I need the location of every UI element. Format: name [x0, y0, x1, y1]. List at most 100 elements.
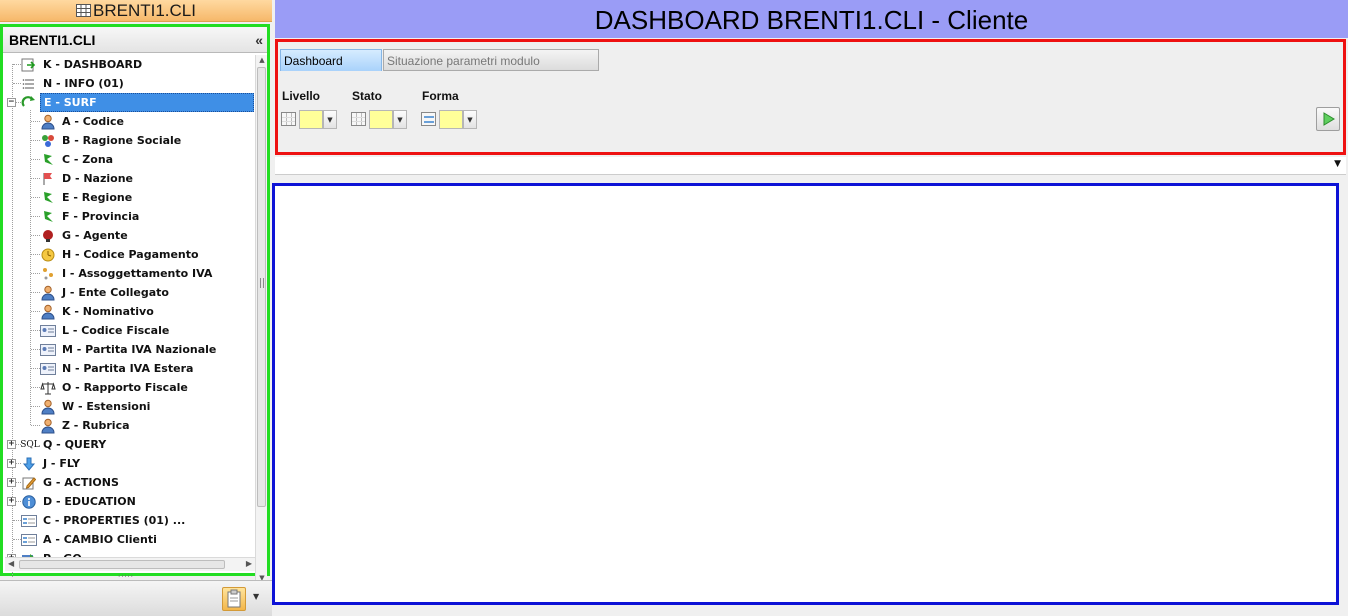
tree-item[interactable]: O - Rapporto Fiscale [5, 378, 257, 397]
tree-item[interactable]: A - CAMBIO Clienti [5, 530, 257, 549]
tree-item-label: D - EDUCATION [43, 495, 136, 508]
tree-item[interactable]: E - Regione [5, 188, 257, 207]
tree-item[interactable]: + D - EDUCATION [5, 492, 257, 511]
scroll-thumb[interactable] [257, 67, 266, 507]
clipboard-icon [227, 589, 241, 608]
person-icon [40, 304, 56, 320]
info-circle-icon [21, 494, 37, 510]
livello-field[interactable] [299, 110, 323, 129]
grid-table-icon [351, 112, 366, 126]
tree-item[interactable]: I - Assoggettamento IVA [5, 264, 257, 283]
tree-item[interactable]: J - Ente Collegato [5, 283, 257, 302]
expand-node-icon[interactable]: + [7, 478, 16, 487]
balance-scale-icon [40, 380, 56, 396]
tree-item[interactable]: N - INFO (01) [5, 74, 257, 93]
tree-item-label: I - Assoggettamento IVA [62, 267, 213, 280]
tree-horizontal-scrollbar[interactable]: ◀ ▶ [5, 557, 255, 571]
tree-item-label: E - SURF [40, 93, 254, 112]
tree-item[interactable]: L - Codice Fiscale [5, 321, 257, 340]
grid-table-icon [281, 112, 296, 126]
map-region-icon [40, 190, 56, 206]
person-icon [40, 399, 56, 415]
collapse-node-icon[interactable]: − [7, 98, 16, 107]
tree-item[interactable]: C - Zona [5, 150, 257, 169]
tree-item[interactable]: K - DASHBOARD [5, 55, 257, 74]
tree-item[interactable]: + SQL Q - QUERY [5, 435, 257, 454]
tree-item[interactable]: − E - SURF [5, 93, 257, 112]
left-footer-toolbar: ▼ [0, 580, 272, 616]
scroll-right-icon[interactable]: ▶ [246, 559, 252, 568]
tree-item[interactable]: N - Partita IVA Estera [5, 359, 257, 378]
surf-refresh-icon [21, 95, 37, 111]
tree-connector-line [31, 121, 40, 122]
tree-item-label: F - Provincia [62, 210, 140, 223]
tax-icon [40, 266, 56, 282]
tree-item-label: N - Partita IVA Estera [62, 362, 194, 375]
forma-field[interactable] [439, 110, 463, 129]
coin-icon [40, 247, 56, 263]
filter-label-forma: Forma [422, 89, 459, 103]
tree-view[interactable]: K - DASHBOARD N - INFO (01) − E - SURF A - C… [5, 55, 257, 583]
sql-icon: SQL [20, 439, 40, 450]
tree-item-label: A - Codice [62, 115, 124, 128]
tab-situazione-parametri[interactable]: Situazione parametri modulo [383, 49, 599, 71]
tree-item[interactable]: F - Provincia [5, 207, 257, 226]
people-group-icon [40, 133, 56, 149]
tree-item-label: C - PROPERTIES (01) ... [43, 514, 186, 527]
tree-item-label: G - Agente [62, 229, 128, 242]
dashboard-content-area [272, 183, 1339, 605]
footer-dropdown-icon[interactable]: ▼ [253, 592, 259, 601]
tree-item[interactable]: + G - ACTIONS [5, 473, 257, 492]
tree-connector-line [31, 159, 40, 160]
scroll-thumb-horizontal[interactable] [19, 560, 225, 569]
flag-icon [40, 171, 56, 187]
tree-item[interactable]: D - Nazione [5, 169, 257, 188]
tree-item[interactable]: C - PROPERTIES (01) ... [5, 511, 257, 530]
properties-form-icon [21, 513, 37, 529]
scroll-left-icon[interactable]: ◀ [8, 559, 14, 568]
tree-item[interactable]: + J - FLY [5, 454, 257, 473]
play-icon [1323, 112, 1335, 126]
chevron-down-icon[interactable]: ▼ [393, 110, 407, 129]
tree-connector-line [31, 368, 40, 369]
tree-vertical-scrollbar[interactable]: ▲ ▼ [255, 55, 267, 583]
tree-item[interactable]: G - Agente [5, 226, 257, 245]
dashboard-arrow-icon [21, 57, 37, 73]
tree-item-label: Z - Rubrica [62, 419, 130, 432]
person-icon [40, 418, 56, 434]
tree-item[interactable]: H - Codice Pagamento [5, 245, 257, 264]
chevron-down-icon[interactable]: ▼ [463, 110, 477, 129]
tree-item-label: H - Codice Pagamento [62, 248, 199, 261]
tree-item[interactable]: A - Codice [5, 112, 257, 131]
tree-item-label: K - Nominativo [62, 305, 154, 318]
expand-node-icon[interactable]: + [7, 459, 16, 468]
chevron-down-icon[interactable]: ▼ [1334, 159, 1341, 169]
tree-item[interactable]: W - Estensioni [5, 397, 257, 416]
run-button[interactable] [1316, 107, 1340, 131]
tree-item[interactable]: K - Nominativo [5, 302, 257, 321]
tree-item[interactable]: M - Partita IVA Nazionale [5, 340, 257, 359]
tree-connector-line [31, 140, 40, 141]
tree-item[interactable]: B - Ragione Sociale [5, 131, 257, 150]
tree-item[interactable]: Z - Rubrica [5, 416, 257, 435]
expand-node-icon[interactable]: + [7, 440, 16, 449]
pencil-note-icon [21, 475, 37, 491]
stato-field[interactable] [369, 110, 393, 129]
app-title-bar: BRENTI1.CLI [0, 0, 272, 22]
tree-connector-line [31, 178, 40, 179]
id-card-icon [40, 323, 56, 339]
tree-connector-line [31, 425, 40, 426]
chevron-down-icon[interactable]: ▼ [323, 110, 337, 129]
tree-connector-line [13, 64, 21, 65]
clipboard-button[interactable] [222, 587, 246, 611]
tab-dashboard[interactable]: Dashboard [280, 49, 382, 71]
map-zone-icon [40, 152, 56, 168]
secondary-select-bar[interactable]: ▼ [275, 157, 1346, 175]
expand-node-icon[interactable]: + [7, 497, 16, 506]
tree-connector-line [31, 330, 40, 331]
tree-connector-line [31, 406, 40, 407]
collapse-panel-icon[interactable]: « [255, 27, 263, 53]
tree-connector-line [31, 273, 40, 274]
tree-item-label: J - FLY [43, 457, 81, 470]
scroll-up-icon[interactable]: ▲ [257, 56, 267, 64]
